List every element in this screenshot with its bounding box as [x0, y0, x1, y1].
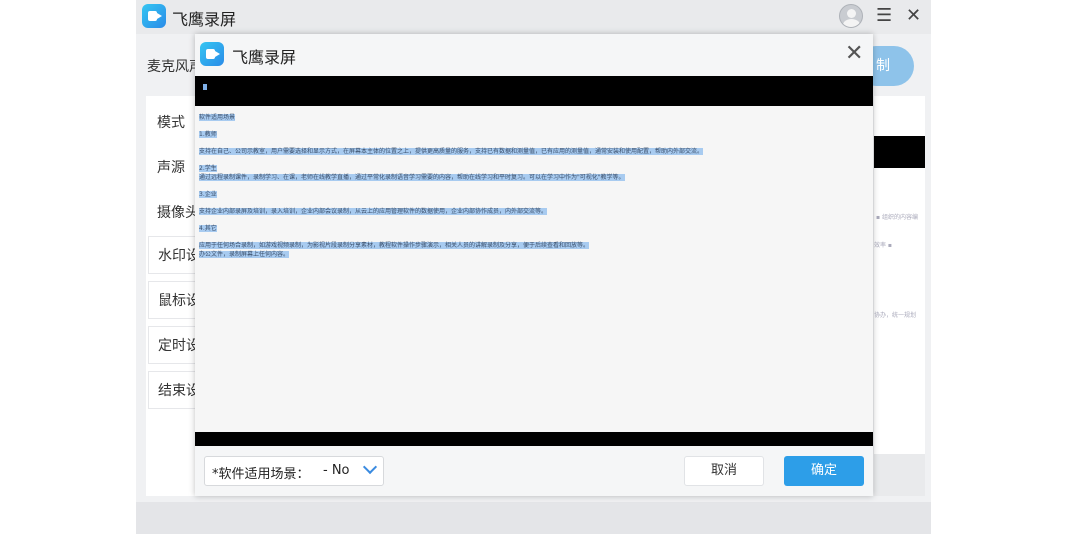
sidebar-item-camera[interactable]: 摄像头: [157, 202, 199, 222]
dialog-close-icon[interactable]: ✕: [845, 42, 863, 66]
user-avatar-icon[interactable]: [839, 4, 863, 28]
dialog-title: 飞鹰录屏: [232, 48, 297, 67]
document-line: 1.教师: [199, 131, 217, 138]
sidebar-item-mode[interactable]: 模式: [157, 112, 185, 132]
document-line: 4.其它: [199, 225, 217, 232]
scene-select-value: - No: [323, 463, 350, 478]
app-title: 飞鹰录屏: [172, 10, 237, 29]
dialog-footer: *软件适用场景： - No 取消 确定: [195, 446, 873, 496]
status-bar: [136, 502, 931, 534]
document-preview: 软件适用场景 1.教师 支持在自己、公司示教室，用户需要选择和显示方式，在屏幕本…: [195, 106, 873, 432]
preview-strip: [874, 136, 925, 168]
document-line: 通过远程录制课件，录制学习、在课，老师在线教学直播，通过平常化录制语音学习需要的…: [199, 174, 625, 181]
dialog-logo-icon: [200, 42, 224, 66]
panel-faint-text: 协办，统一规划: [874, 312, 917, 319]
video-preview: 软件适用场景 1.教师 支持在自己、公司示教室，用户需要选择和显示方式，在屏幕本…: [195, 76, 873, 446]
document-line: 3.企业: [199, 191, 217, 198]
cursor-marker: [203, 84, 207, 90]
document-line: 软件适用场景: [199, 114, 236, 121]
document-line: 办公文件，录制屏幕上任何内容。: [199, 251, 290, 258]
document-line: 2.学生: [199, 165, 217, 172]
panel-footer: [874, 454, 925, 496]
confirm-button[interactable]: 确定: [784, 456, 864, 486]
panel-faint-text: 效率 ▪: [874, 242, 892, 249]
document-line: 应用于任何场合录制，如游戏视频录制，为影视片段录制分享素材，教程软件操作步骤演示…: [199, 242, 590, 249]
preview-dialog: 飞鹰录屏 ✕ 软件适用场景 1.教师 支持在自己、公司示教室，用户需要选择和显示…: [195, 34, 873, 496]
title-bar: 飞鹰录屏 ☰ ✕: [136, 0, 931, 34]
panel-faint-text: ▪ 组织的内容编: [876, 214, 918, 221]
right-panel: ▪ 组织的内容编 效率 ▪ 协办，统一规划: [874, 96, 925, 496]
chevron-down-icon: [362, 459, 378, 475]
cancel-button[interactable]: 取消: [684, 456, 764, 486]
close-icon[interactable]: ✕: [906, 6, 921, 26]
scene-select[interactable]: *软件适用场景： - No: [204, 456, 384, 486]
scene-select-label: *软件适用场景：: [212, 467, 310, 482]
app-logo-icon: [142, 4, 166, 28]
sidebar-item-audio-source[interactable]: 声源: [157, 157, 185, 177]
document-line: 支持在自己、公司示教室，用户需要选择和显示方式，在屏幕本主体的位置之上，提供更高…: [199, 148, 704, 155]
menu-icon[interactable]: ☰: [876, 6, 892, 26]
document-line: 支持企业内部录屏及培训，录入培训，企业内部会议录制，从云上的应用管理软件的数据使…: [199, 208, 548, 215]
